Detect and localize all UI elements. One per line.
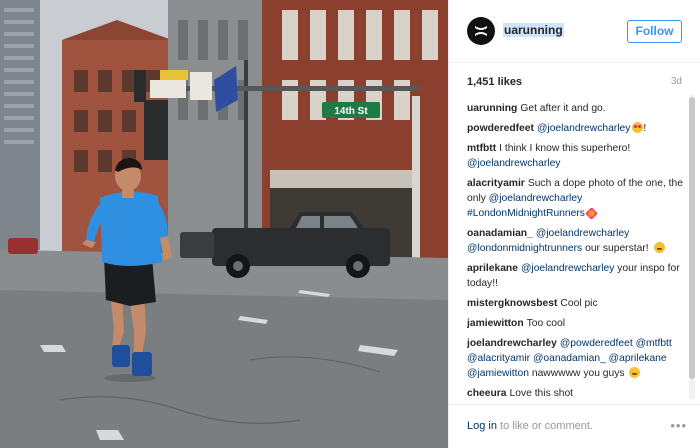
- comment: oanadamian_ @joelandrewcharley @londonmid…: [467, 226, 685, 256]
- comment: powderedfeet @joelandrewcharley!: [467, 121, 685, 136]
- scrollbar-thumb[interactable]: [689, 97, 695, 379]
- login-link[interactable]: Log in: [467, 420, 497, 432]
- post-sidebar: uarunning Follow 1,451 likes 3d uarunnin…: [448, 0, 700, 448]
- comment: alacrityamir Such a dope photo of the one…: [467, 176, 685, 221]
- comment-mention[interactable]: @joelandrewcharley: [537, 123, 630, 134]
- avatar[interactable]: [467, 17, 495, 45]
- comment-text: nawwwww you guys: [531, 368, 625, 379]
- comment-username[interactable]: uarunning: [467, 103, 517, 114]
- comment-username[interactable]: jamiewitton: [467, 318, 524, 329]
- comment-text: Love this shot: [509, 388, 574, 399]
- smile-emoji-icon: [653, 242, 665, 253]
- comment-username[interactable]: aprilekane: [467, 263, 518, 274]
- comment-mention[interactable]: @londonmidnightrunners: [467, 243, 582, 254]
- comment-username[interactable]: alacrityamir: [467, 178, 525, 189]
- comment-text: Get after it and go.: [520, 103, 606, 114]
- comment-mention[interactable]: @joelandrewcharley: [489, 193, 582, 204]
- comment-username[interactable]: oanadamian_: [467, 228, 533, 239]
- street-sign-text: 14th St: [334, 106, 368, 117]
- comment-mention[interactable]: @joelandrewcharley: [536, 228, 629, 239]
- post-time[interactable]: 3d: [671, 76, 682, 87]
- comment-username[interactable]: powderedfeet: [467, 123, 534, 134]
- comment-username[interactable]: joelandrewcharley: [467, 338, 557, 349]
- comment-username[interactable]: mtfbtt: [467, 143, 496, 154]
- comment-text: !: [643, 123, 647, 134]
- comment: aprilekane @joelandrewcharley your inspo …: [467, 261, 685, 291]
- comment: mtfbtt I think I know this superhero! @joe…: [467, 141, 685, 171]
- comment-username[interactable]: mistergknowsbest: [467, 298, 557, 309]
- username[interactable]: uarunning: [503, 23, 564, 37]
- comment: mistergknowsbest Cool pic: [467, 296, 685, 311]
- comment-text: Too cool: [526, 318, 565, 329]
- under-armour-logo-icon: [475, 26, 487, 36]
- more-options-icon[interactable]: •••: [670, 418, 687, 433]
- heart-eyes-emoji-icon: [632, 122, 644, 133]
- comment-mention[interactable]: @joelandrewcharley: [521, 263, 614, 274]
- comment-text: Cool pic: [560, 298, 598, 309]
- login-prompt-text: to like or comment.: [500, 420, 593, 432]
- street-running-photo: 14th St: [0, 0, 448, 448]
- comment: uarunning Get after it and go.: [467, 101, 685, 116]
- post-footer: Log in to like or comment. •••: [449, 404, 700, 448]
- comment: joelandrewcharley @powderedfeet @mtfbtt @…: [467, 336, 685, 381]
- likes-count[interactable]: 1,451 likes: [467, 76, 522, 88]
- post-photo[interactable]: 14th St: [0, 0, 448, 448]
- comment-text: I think I know this superhero!: [499, 143, 631, 154]
- comments-list[interactable]: uarunning Get after it and go. powderedfe…: [467, 101, 685, 399]
- smile-emoji-icon: [629, 367, 641, 378]
- sparkle-emoji-icon: [585, 207, 598, 220]
- post-header: uarunning Follow: [449, 0, 700, 63]
- follow-button[interactable]: Follow: [627, 20, 682, 43]
- comment-mention[interactable]: @joelandrewcharley: [467, 158, 560, 169]
- login-prompt: Log in to like or comment.: [467, 420, 593, 432]
- comment: cheeura Love this shot: [467, 386, 685, 399]
- comment: jamiewitton Too cool: [467, 316, 685, 331]
- comments-scrollbar[interactable]: [689, 95, 695, 400]
- comment-text: our superstar!: [585, 243, 649, 254]
- comment-hashtag[interactable]: #LondonMidnightRunners: [467, 208, 585, 219]
- comment-username[interactable]: cheeura: [467, 388, 507, 399]
